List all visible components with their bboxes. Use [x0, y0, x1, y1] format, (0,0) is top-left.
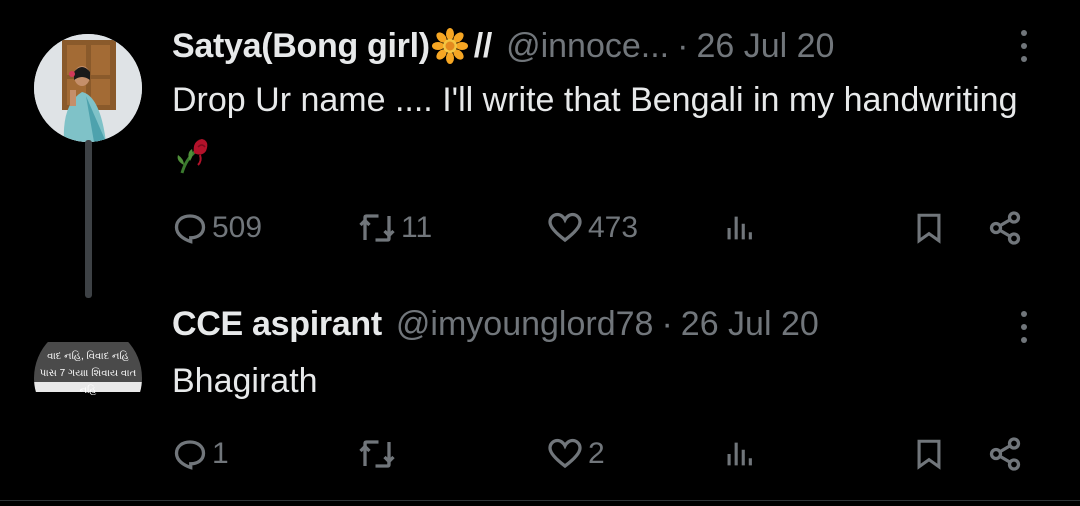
views-chart-icon: [727, 216, 752, 240]
share-icon: [989, 437, 1021, 471]
reply-icon: [174, 440, 206, 470]
views-button[interactable]: [722, 434, 756, 474]
like-count: 473: [588, 211, 639, 244]
tweet-actions: 509 11 473: [172, 208, 1050, 248]
display-name[interactable]: CCE aspirant: [172, 304, 382, 344]
avatar[interactable]: [34, 34, 142, 142]
bookmark-button[interactable]: [912, 434, 946, 474]
more-options-icon[interactable]: [1014, 30, 1034, 62]
reply-count: 509: [212, 211, 263, 244]
tweet-text: Drop Ur name .... I'll write that Bengal…: [172, 74, 1032, 180]
share-icon: [989, 211, 1021, 245]
tweet-text: Bhagirath: [172, 355, 1032, 408]
more-options-icon[interactable]: [1014, 311, 1034, 343]
sunflower-emoji-icon: [431, 28, 468, 64]
name-suffix: //: [473, 27, 493, 65]
avatar-text-line1: વાદ નહિ, વિવાદ નહિ: [47, 351, 129, 362]
bookmark-icon: [917, 213, 941, 244]
user-handle[interactable]: @innoce...: [506, 26, 669, 66]
avatar-text-line2: પાસ 7 ગયા। શિવાય વાત નહિ: [39, 368, 137, 396]
share-button[interactable]: [987, 434, 1023, 474]
tweet-date[interactable]: 26 Jul 20: [696, 26, 834, 66]
avatar-text: વાદ નહિ, વિવાદ નહિ પાસ 7 ગયા। શિવાય વાત …: [34, 348, 142, 399]
bottom-divider: [0, 500, 1080, 501]
views-button[interactable]: [722, 208, 756, 248]
reply-button[interactable]: 1: [172, 434, 229, 474]
profile-photo-icon: [34, 34, 142, 142]
tweet-header: CCE aspirant @imyounglord78 · 26 Jul 20: [172, 304, 819, 344]
tweet-date[interactable]: 26 Jul 20: [681, 304, 819, 344]
retweet-button[interactable]: 11: [357, 208, 432, 248]
reply-icon: [174, 214, 206, 244]
tweet-header: Satya(Bong girl) // @innoce... · 26 Jul …: [172, 26, 834, 66]
thread-connector: [85, 140, 92, 298]
separator-dot: ·: [661, 305, 673, 343]
wilted-flower-emoji-icon: [177, 139, 208, 174]
retweet-icon: [359, 214, 395, 242]
heart-icon: [548, 212, 582, 243]
bookmark-icon: [917, 439, 941, 470]
heart-icon: [548, 438, 582, 469]
avatar[interactable]: વાદ નહિ, વિવાદ નહિ પાસ 7 ગયા। શિવાય વાત …: [34, 324, 142, 432]
reply-count: 1: [212, 437, 229, 470]
views-chart-icon: [727, 442, 752, 466]
like-button[interactable]: 2: [546, 434, 605, 474]
tweet-text-content: Bhagirath: [172, 362, 318, 400]
share-button[interactable]: [987, 208, 1023, 248]
retweet-icon: [359, 440, 395, 468]
display-name[interactable]: Satya(Bong girl): [172, 26, 430, 66]
retweet-count: 11: [401, 211, 433, 244]
tweet-actions: 1 2: [172, 434, 1050, 474]
tweet-text-content: Drop Ur name .... I'll write that Bengal…: [172, 81, 1018, 119]
bookmark-button[interactable]: [912, 208, 946, 248]
like-count: 2: [588, 437, 605, 470]
retweet-button[interactable]: [357, 434, 401, 474]
user-handle[interactable]: @imyounglord78: [396, 304, 654, 344]
like-button[interactable]: 473: [546, 208, 638, 248]
reply-button[interactable]: 509: [172, 208, 262, 248]
separator-dot: ·: [677, 27, 689, 65]
